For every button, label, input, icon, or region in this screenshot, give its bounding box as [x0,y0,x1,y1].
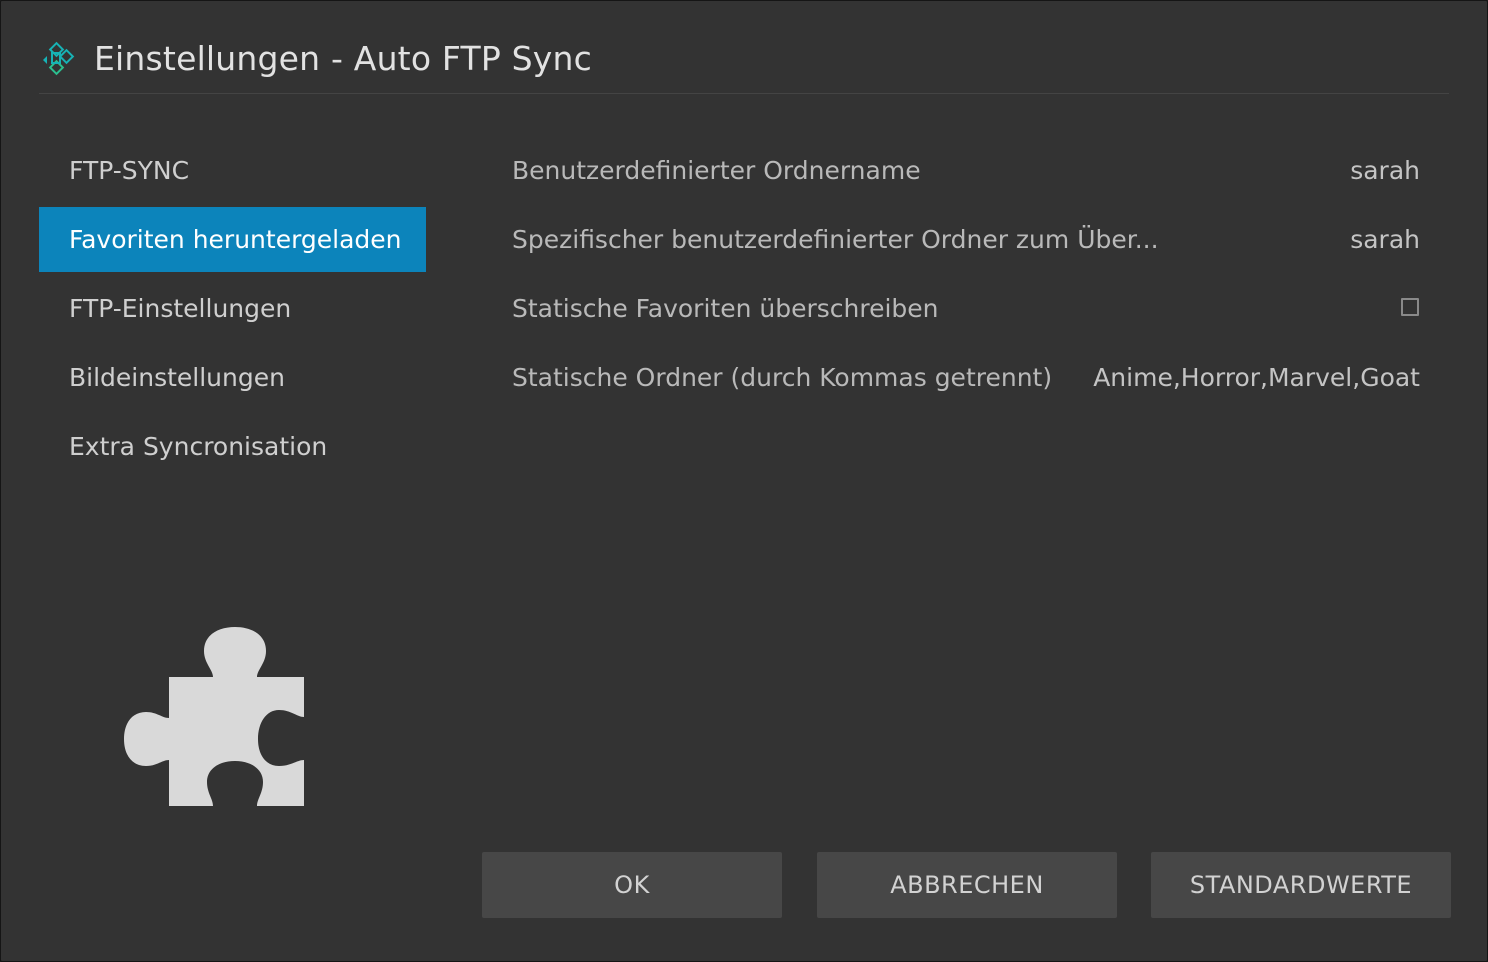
setting-value: Anime,Horror,Marvel,Goat [1093,363,1420,392]
category-extra-syncronisation[interactable]: Extra Syncronisation [39,414,426,479]
category-favoriten-heruntergeladen[interactable]: Favoriten heruntergeladen [39,207,426,272]
setting-row-custom-folder-name[interactable]: Benutzerdefinierter Ordnername sarah [482,138,1450,203]
category-ftp-einstellungen[interactable]: FTP-Einstellungen [39,276,426,341]
overwrite-checkbox[interactable] [1401,298,1419,316]
setting-row-overwrite-static-favourites[interactable]: Statische Favoriten überschreiben [482,276,1450,341]
setting-value: sarah [1350,225,1420,254]
category-bildeinstellungen[interactable]: Bildeinstellungen [39,345,426,410]
category-ftp-sync[interactable]: FTP-SYNC [39,138,426,203]
puzzle-piece-icon [124,627,304,806]
settings-list: Benutzerdefinierter Ordnername sarah Spe… [482,138,1450,414]
dialog-header: Einstellungen - Auto FTP Sync [39,33,1449,94]
kodi-logo-icon [43,41,75,76]
defaults-button[interactable]: STANDARDWERTE [1151,852,1451,918]
setting-value: sarah [1350,156,1420,185]
setting-label: Benutzerdefinierter Ordnername [512,156,921,185]
setting-label: Statische Ordner (durch Kommas getrennt) [512,363,1053,392]
ok-button[interactable]: OK [482,852,782,918]
dialog-title: Einstellungen - Auto FTP Sync [94,39,592,78]
setting-label: Spezifischer benutzerdefinierter Ordner … [512,225,1159,254]
settings-dialog: Einstellungen - Auto FTP Sync FTP-SYNC F… [0,0,1488,962]
setting-row-specific-custom-folder[interactable]: Spezifischer benutzerdefinierter Ordner … [482,207,1450,272]
setting-row-static-folders[interactable]: Statische Ordner (durch Kommas getrennt)… [482,345,1450,410]
category-list: FTP-SYNC Favoriten heruntergeladen FTP-E… [39,138,426,483]
setting-label: Statische Favoriten überschreiben [512,294,939,323]
cancel-button[interactable]: ABBRECHEN [817,852,1117,918]
dialog-button-bar: OK ABBRECHEN STANDARDWERTE [482,852,1451,918]
